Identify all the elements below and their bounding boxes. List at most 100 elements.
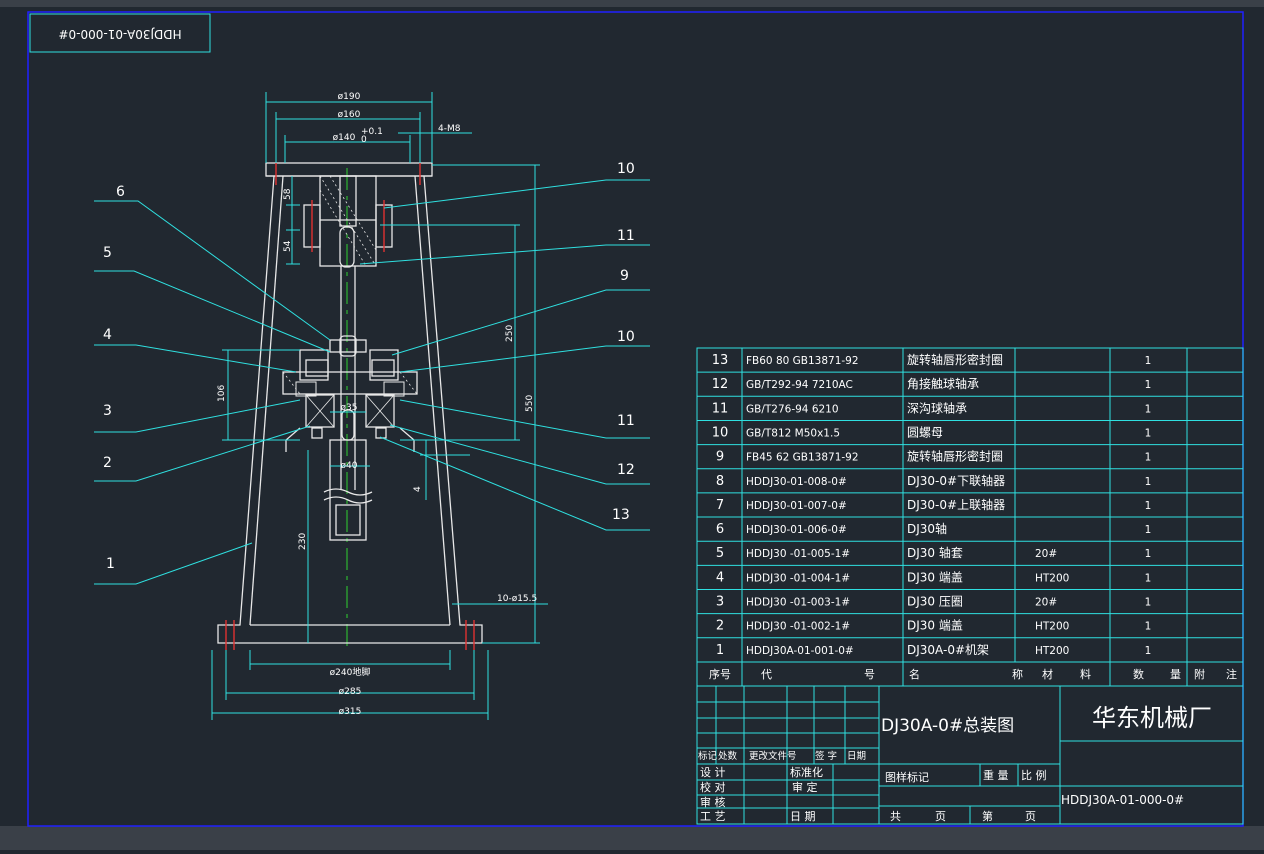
title-block: DJ30A-0#总装图 华东机械厂 HDDJ30A-01-000-0# 标记 处… — [696, 685, 1244, 825]
rev-label-mark: 标记 — [698, 750, 718, 762]
balloon-11-top: 11 — [617, 228, 635, 244]
dim-160: ø160 — [338, 110, 361, 120]
std-label: 标准化 — [790, 765, 823, 779]
bom-row-name: DJ30 端盖 — [907, 619, 963, 633]
bom-row-no: 11 — [712, 401, 729, 416]
dim-35: ø35 — [341, 403, 358, 413]
bom-row-material: HT200 — [1035, 572, 1069, 584]
dim-140-lower-tol: 0 — [361, 135, 367, 145]
bom-header-name-a: 名 — [909, 667, 920, 681]
stage-mark-label: 图样标记 — [885, 770, 929, 784]
drawing-svg: HDDJ30A-01-000-0# ø190 ø160 ø140 +0.1 0 … — [0, 0, 1264, 850]
role-process: 工 艺 — [700, 810, 726, 823]
dim-140: ø140 — [333, 133, 356, 143]
bom-row-qty: 1 — [1145, 645, 1152, 657]
bom-row-name: DJ30 轴套 — [907, 545, 963, 560]
dim-190: ø190 — [338, 92, 361, 102]
scale-label: 比 例 — [1021, 768, 1047, 782]
bom-row-no: 2 — [716, 619, 724, 634]
bom-row-qty: 1 — [1145, 476, 1152, 488]
dim-40: ø40 — [341, 461, 358, 471]
bom-row-code: GB/T812 M50x1.5 — [746, 427, 840, 439]
dim-4: 4 — [413, 486, 423, 492]
bom-row-no: 13 — [712, 353, 729, 368]
dim-54: 54 — [283, 240, 293, 252]
dim-10-155: 10-ø15.5 — [497, 594, 537, 604]
bom-row-material: 20# — [1035, 548, 1057, 560]
approve-label: 审 定 — [792, 780, 818, 794]
weight-label: 重 量 — [983, 768, 1009, 782]
balloon-12: 12 — [617, 462, 635, 478]
bom-row-qty: 1 — [1145, 500, 1152, 512]
bom-row-qty: 1 — [1145, 572, 1152, 584]
dim-550: 550 — [525, 395, 535, 412]
bom-row-material: HT200 — [1035, 645, 1069, 657]
drawing-code: HDDJ30A-01-000-0# — [1061, 793, 1184, 807]
bom-row-no: 12 — [712, 377, 729, 392]
total-label: 共 — [890, 810, 901, 823]
bom-row-code: HDDJ30-01-007-0# — [746, 500, 847, 512]
dim-106: 106 — [217, 385, 227, 402]
bom-row-code: FB45 62 GB13871-92 — [746, 452, 859, 464]
bom-row-qty: 1 — [1145, 548, 1152, 560]
leader-lines — [94, 179, 650, 585]
balloon-3: 3 — [103, 403, 112, 419]
bom-row-no: 3 — [716, 595, 724, 610]
bom-header-name-b: 称 — [1012, 667, 1023, 681]
bom-row-code: HDDJ30 -01-002-1# — [746, 621, 850, 633]
bom-row-code: HDDJ30 -01-005-1# — [746, 548, 850, 560]
balloon-4: 4 — [103, 327, 112, 343]
bom-row-name: DJ30 端盖 — [907, 570, 963, 584]
bom-header-code-a: 代 — [761, 668, 772, 681]
bom-row-name: 深沟球轴承 — [907, 400, 967, 415]
balloon-1: 1 — [106, 556, 115, 572]
bom-row-no: 4 — [716, 570, 724, 585]
bom-row-no: 8 — [716, 474, 724, 489]
page-label: 页 — [1025, 810, 1036, 823]
bom-row-code: GB/T292-94 7210AC — [746, 379, 853, 391]
bom-row-qty: 1 — [1145, 427, 1152, 439]
bom-header-note-b: 注 — [1226, 667, 1237, 681]
bom-row-qty: 1 — [1145, 403, 1152, 415]
bom-row-material: HT200 — [1035, 621, 1069, 633]
rev-label-file: 更改文件号 — [749, 750, 797, 762]
balloon-9: 9 — [620, 268, 629, 284]
bom-row-name: DJ30A-0#机架 — [907, 643, 989, 657]
cad-canvas[interactable]: HDDJ30A-01-000-0# ø190 ø160 ø140 +0.1 0 … — [0, 0, 1264, 850]
dim-315: ø315 — [339, 707, 362, 717]
bom-header-qty-b: 量 — [1170, 668, 1181, 681]
dim-4m8: 4-M8 — [438, 124, 461, 134]
dim-58: 58 — [283, 188, 293, 200]
bom-row-code: GB/T276-94 6210 — [746, 403, 839, 415]
dim-285: ø285 — [339, 687, 362, 697]
balloon-6: 6 — [116, 184, 125, 200]
bom-row-no: 5 — [716, 546, 724, 561]
bom-row-name: DJ30轴 — [907, 521, 947, 536]
bom-row-no: 7 — [716, 498, 724, 513]
bom-row-name: 圆螺母 — [907, 425, 943, 439]
rev-label-date: 日期 — [847, 751, 866, 762]
bom-header: 序号 代 号 名 称 材 料 数 量 附 注 — [709, 667, 1237, 681]
top-bar — [0, 0, 1264, 7]
balloon-13: 13 — [612, 507, 630, 523]
dim-250: 250 — [505, 325, 515, 342]
bom-header-qty-a: 数 — [1133, 668, 1144, 681]
bom-header-no: 序号 — [709, 667, 731, 681]
bom-row-no: 1 — [716, 643, 724, 658]
bom-row-code: HDDJ30 -01-004-1# — [746, 572, 850, 584]
company-name: 华东机械厂 — [1092, 704, 1212, 732]
balloon-11-mid: 11 — [617, 413, 635, 429]
bom-header-note-a: 附 — [1194, 667, 1205, 681]
assembly-drawing: ø190 ø160 ø140 +0.1 0 4-M8 58 54 106 250… — [94, 92, 650, 720]
bom-row-code: HDDJ30-01-006-0# — [746, 524, 847, 536]
bom-row-qty: 1 — [1145, 379, 1152, 391]
bom-row-qty: 1 — [1145, 452, 1152, 464]
bottom-bar — [0, 826, 1264, 850]
bom-row-no: 6 — [716, 522, 724, 537]
rev-label-sign: 签 字 — [815, 750, 837, 762]
bom-row-qty: 1 — [1145, 524, 1152, 536]
date-label: 日 期 — [790, 810, 816, 823]
dim-240: ø240地脚 — [330, 666, 371, 678]
balloon-5: 5 — [103, 245, 112, 261]
drawing-title: DJ30A-0#总装图 — [881, 716, 1014, 736]
